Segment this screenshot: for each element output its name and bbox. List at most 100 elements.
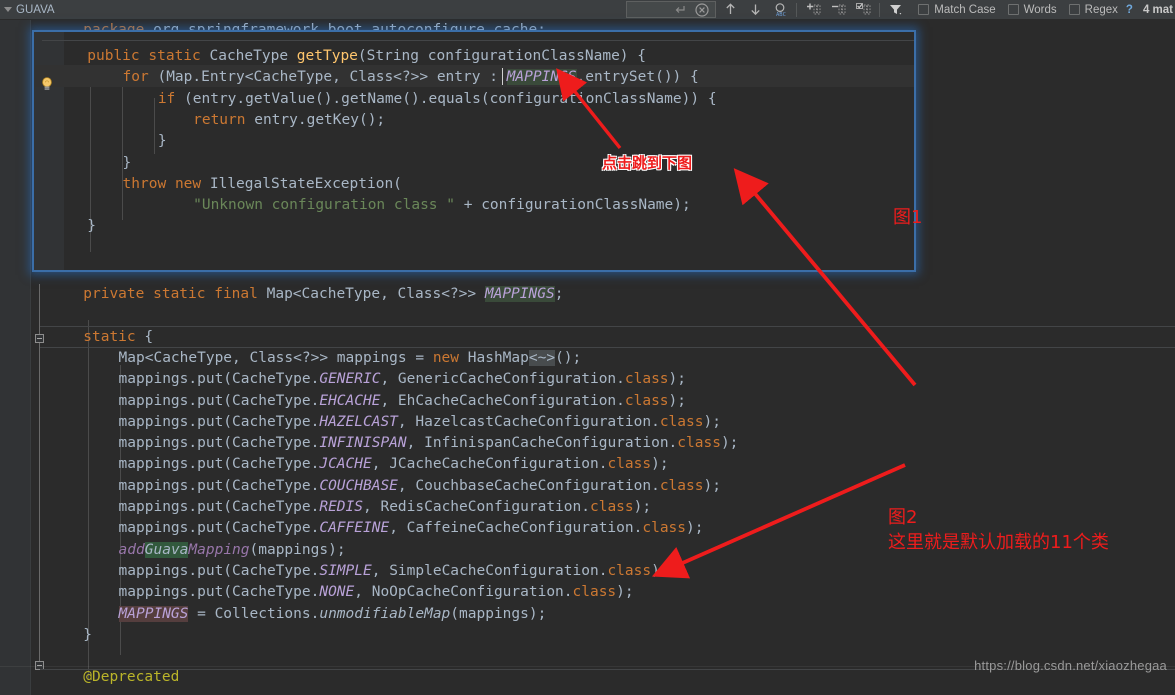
code-token: }: [157, 133, 167, 150]
code-token: class: [624, 371, 669, 388]
code-token: private: [83, 286, 154, 302]
code-line: }: [34, 131, 914, 152]
code-token: getType: [296, 48, 358, 64]
filter-icon[interactable]: [888, 2, 904, 18]
find-nav-group: ABC: [722, 2, 788, 18]
code-token: , EhCacheCacheConfiguration.: [380, 392, 625, 409]
code-token: MAPPINGS: [506, 69, 577, 86]
code-token: }: [83, 626, 92, 643]
code-token: );: [668, 371, 687, 388]
code-token: mappings.put(CacheType.: [118, 392, 320, 409]
code-token: @Deprecated: [83, 669, 180, 686]
code-token: (mappings);: [249, 541, 346, 558]
code-token: }: [87, 218, 96, 235]
code-token: final: [214, 286, 267, 302]
code-line: throw new IllegalStateException(: [34, 174, 914, 195]
code-token: mappings.put(CacheType.: [118, 499, 320, 515]
code-token: , CouchbaseCacheConfiguration.: [397, 477, 660, 494]
member-separator: [40, 347, 1175, 348]
regex-label: Regex: [1084, 3, 1118, 16]
code-token: for: [122, 69, 158, 86]
code-token: add: [118, 541, 145, 558]
arrow-down-icon[interactable]: [747, 2, 763, 18]
code-token: GENERIC: [319, 371, 381, 388]
arrow-up-icon[interactable]: [722, 2, 738, 18]
regex-checkbox[interactable]: Regex: [1068, 3, 1118, 16]
code-token: = Collections.: [188, 605, 320, 622]
code-token: , RedisCacheConfiguration.: [363, 499, 590, 515]
code-token: static: [148, 48, 210, 64]
code-token: public: [87, 48, 149, 64]
code-token: HashMap: [467, 349, 529, 366]
code-token: , GenericCacheConfiguration.: [380, 371, 625, 388]
code-token: <~>: [528, 349, 556, 366]
words-checkbox-box[interactable]: [1007, 4, 1019, 15]
code-token: if: [157, 90, 185, 107]
find-all-icon[interactable]: ABC: [772, 2, 788, 18]
regex-checkbox-box[interactable]: [1068, 4, 1080, 15]
code-token: mappings.put(CacheType.: [118, 584, 320, 601]
code-token: );: [633, 499, 652, 515]
match-case-checkbox[interactable]: Match Case: [918, 4, 996, 16]
select-all-occurrences-icon[interactable]: [855, 2, 871, 18]
code-line: mappings.put(CacheType.EHCACHE, EhCacheC…: [0, 391, 1175, 412]
find-scope-tab[interactable]: GUAVA: [0, 0, 61, 20]
words-checkbox[interactable]: Words: [1007, 3, 1057, 16]
code-token: mappings.put(CacheType.: [118, 562, 320, 579]
search-input[interactable]: [626, 1, 717, 18]
code-token: , SimpleCacheConfiguration.: [371, 562, 608, 579]
code-token: HAZELCAST: [319, 413, 398, 430]
code-token: , HazelcastCacheConfiguration.: [397, 413, 660, 430]
code-token: Map<CacheType, Class<?>>: [266, 286, 485, 302]
code-token: MAPPINGS: [484, 286, 555, 302]
code-token: , JCacheCacheConfiguration.: [371, 456, 608, 473]
match-case-checkbox-box[interactable]: [918, 4, 930, 15]
find-toolbar: GUAVA ABC Match Case Words Regex ? 4 mat: [0, 0, 1175, 20]
code-token: );: [703, 413, 721, 430]
code-token: (mappings);: [450, 605, 547, 622]
quick-definition-popup[interactable]: public static CacheType getType(String c…: [32, 30, 916, 272]
code-token: class: [572, 584, 617, 601]
code-token: Map<CacheType, Class<?>> mappings =: [118, 349, 433, 366]
toolbar-divider-2: [879, 2, 881, 17]
code-token: , InfinispanCacheConfiguration.: [406, 435, 678, 452]
code-line: mappings.put(CacheType.INFINISPAN, Infin…: [0, 433, 1175, 454]
svg-text:ABC: ABC: [776, 12, 786, 17]
watermark-url: https://blog.csdn.net/xiaozhegaa: [974, 658, 1167, 673]
code-token: class: [659, 413, 704, 430]
code-token: MAPPINGS: [118, 605, 189, 622]
code-token: entry.getKey();: [254, 111, 386, 128]
code-token: "Unknown configuration class ": [193, 197, 456, 214]
code-token: class: [589, 499, 634, 515]
code-line: mappings.put(CacheType.REDIS, RedisCache…: [0, 497, 1175, 518]
code-token: );: [686, 520, 704, 537]
code-line: MAPPINGS = Collections.unmodifiableMap(m…: [0, 604, 1175, 625]
regex-help-icon[interactable]: ?: [1126, 4, 1133, 16]
code-token: + configurationClassName);: [455, 197, 691, 214]
code-line: static {: [0, 327, 1175, 348]
code-token: NONE: [319, 584, 355, 601]
code-token: IllegalStateException(: [209, 175, 402, 192]
remove-selection-icon[interactable]: [830, 2, 846, 18]
enter-icon[interactable]: [672, 2, 688, 18]
close-circle-icon[interactable]: [694, 2, 710, 18]
code-token: mappings.put(CacheType.: [118, 520, 320, 537]
code-token: mappings.put(CacheType.: [118, 477, 320, 494]
add-selection-icon[interactable]: [805, 2, 821, 18]
selection-group: [805, 2, 871, 18]
popup-content[interactable]: public static CacheType getType(String c…: [34, 32, 914, 270]
member-separator: [40, 326, 1175, 327]
code-token: return: [193, 111, 255, 128]
code-token: (Map.Entry<CacheType, Class<?>> entry :: [157, 69, 507, 86]
code-token: class: [607, 456, 652, 473]
code-token: static: [83, 328, 145, 345]
code-token: {: [144, 328, 154, 345]
intention-bulb-icon[interactable]: [39, 76, 55, 92]
code-token: );: [668, 392, 687, 409]
code-token: (entry.getValue().getName().equals(confi…: [184, 90, 717, 107]
code-token: COUCHBASE: [319, 477, 398, 494]
code-token: Mapping: [188, 541, 250, 558]
code-token: mappings.put(CacheType.: [118, 413, 320, 430]
words-label: Words: [1023, 3, 1057, 16]
